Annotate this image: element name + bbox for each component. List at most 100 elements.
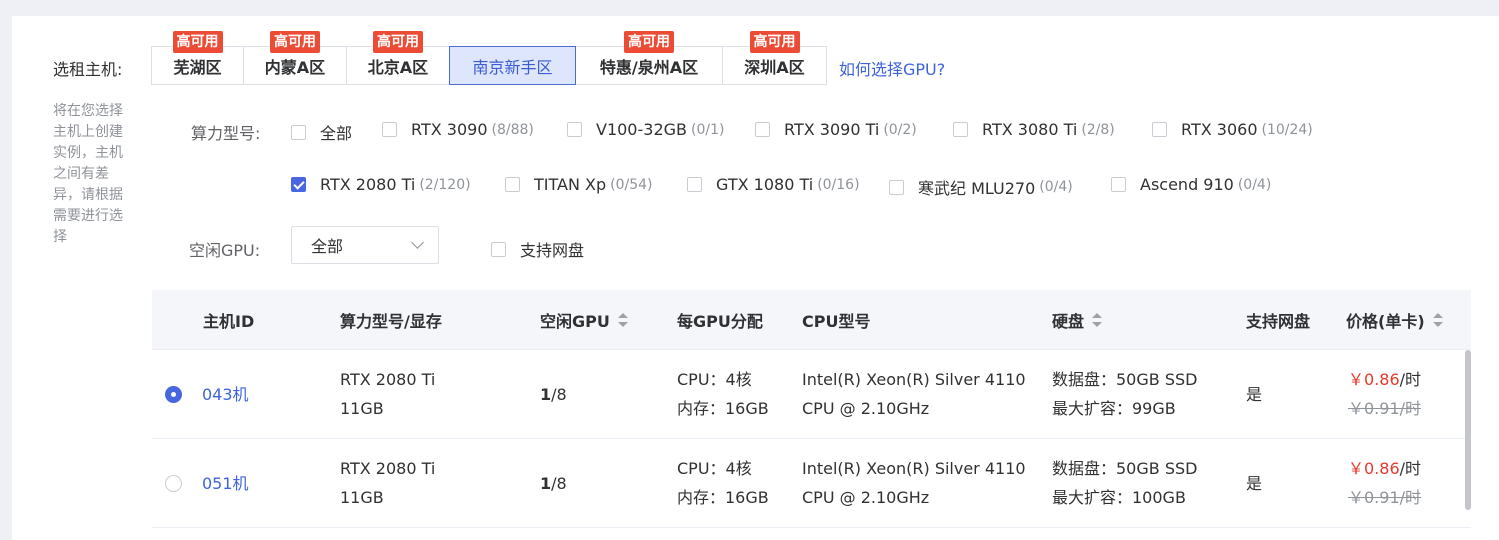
gpu-filter-rtx3090ti[interactable]: RTX 3090 Ti (0/2) [755, 120, 917, 139]
col-netdisk: 支持网盘 [1246, 311, 1311, 331]
region-tab-nanjing-newbie[interactable]: 南京新手区 [449, 46, 576, 85]
gpu-filter-count: (0/2) [883, 121, 917, 138]
gpu-filter-mlu270[interactable]: 寒武纪 MLU270 (0/4) [889, 175, 1073, 199]
alloc-mem: 内存：16GB [677, 399, 769, 418]
gpu-filter-name: RTX 3080 Ti [982, 120, 1078, 139]
region-tabs: 高可用 芜湖区 高可用 内蒙A区 高可用 北京A区 南京新手区 高可用 特惠/泉… [151, 31, 827, 85]
col-price[interactable]: 价格(单卡) [1346, 290, 1443, 349]
table-scrollbar[interactable] [1465, 350, 1471, 510]
idle-gpu-total: /8 [551, 384, 567, 404]
table-row[interactable]: 043机 RTX 2080 Ti 11GB 1/8 CPU：4核 内存：16GB… [152, 350, 1471, 439]
table-row[interactable]: 051机 RTX 2080 Ti 11GB 1/8 CPU：4核 内存：16GB… [152, 439, 1471, 528]
gpu-filter-count: (0/4) [1039, 179, 1073, 195]
col-cpu-model: CPU型号 [802, 311, 871, 331]
gpu-filter-rtx2080ti[interactable]: RTX 2080 Ti (2/120) [291, 175, 471, 194]
checkbox[interactable] [953, 122, 968, 137]
price-unit: /时 [1399, 459, 1422, 478]
gpu-filter-rtx3090[interactable]: RTX 3090 (8/88) [382, 120, 534, 139]
gpu-filter-name: TITAN Xp [534, 175, 607, 194]
sort-icon[interactable] [1432, 312, 1443, 327]
host-id-link[interactable]: 043机 [202, 380, 249, 409]
region-tab-label: 深圳A区 [744, 57, 805, 77]
gpu-filter-v100[interactable]: V100-32GB (0/1) [567, 120, 724, 139]
cpu-model-line1: Intel(R) Xeon(R) Silver 4110 [802, 370, 1026, 389]
price-original: ￥0.91/时 [1348, 399, 1422, 418]
price-current: ￥0.86/时 [1348, 365, 1421, 394]
gpu-filter-name: Ascend 910 [1140, 175, 1234, 194]
sort-icon[interactable] [617, 312, 628, 327]
high-availability-badge: 高可用 [172, 31, 223, 53]
idle-gpu-value: 1/8 [540, 469, 567, 498]
checkbox-checked[interactable] [291, 177, 306, 192]
gpu-filter-rtx3060[interactable]: RTX 3060 (10/24) [1152, 120, 1313, 139]
region-tab-wuhu[interactable]: 高可用 芜湖区 [151, 31, 244, 85]
gpu-filter-count: (2/120) [419, 176, 471, 193]
gpu-filter-rtx3080ti[interactable]: RTX 3080 Ti (2/8) [953, 120, 1115, 139]
gpu-filter-all[interactable]: 全部 [291, 120, 352, 144]
checkbox[interactable] [505, 177, 520, 192]
netdisk-support: 是 [1246, 384, 1263, 404]
host-select-label: 选租主机: [53, 60, 123, 79]
col-host-id: 主机ID [203, 311, 255, 331]
gpu-filter-gtx1080ti[interactable]: GTX 1080 Ti (0/16) [687, 175, 860, 194]
checkbox[interactable] [1152, 122, 1167, 137]
idle-gpu-free: 1 [540, 473, 552, 493]
checkbox[interactable] [687, 177, 702, 192]
idle-gpu-select-value: 全部 [311, 237, 344, 256]
region-tab-label: 南京新手区 [472, 57, 553, 77]
col-price-label: 价格(单卡) [1346, 311, 1425, 331]
col-idle-gpu[interactable]: 空闲GPU [540, 290, 628, 349]
checkbox[interactable] [889, 179, 904, 195]
disk-max-expand: 最大扩容：99GB [1052, 399, 1176, 418]
col-gpu-model: 算力型号/显存 [340, 311, 442, 331]
row-radio-selected[interactable] [165, 386, 182, 403]
gpu-filter-titanxp[interactable]: TITAN Xp (0/54) [505, 175, 653, 194]
row-radio[interactable] [165, 475, 182, 492]
gpu-filter-name: 寒武纪 MLU270 [918, 179, 1036, 198]
region-tab-shenzhen-a[interactable]: 高可用 深圳A区 [722, 31, 827, 85]
host-select-hint: 将在您选择主机上创建实例，主机之间有差异，请根据需要进行选择 [53, 103, 123, 245]
checkbox[interactable] [382, 122, 397, 137]
alloc-cpu: CPU：4核 [677, 459, 752, 478]
checkbox[interactable] [291, 124, 306, 140]
checkbox[interactable] [755, 122, 770, 137]
idle-gpu-free: 1 [540, 384, 552, 404]
how-to-choose-gpu-link[interactable]: 如何选择GPU? [839, 56, 945, 80]
gpu-filter-count: (2/8) [1081, 121, 1115, 138]
gpu-filter-name: RTX 3090 [411, 120, 488, 139]
host-id-link[interactable]: 051机 [202, 469, 249, 498]
netdisk-filter[interactable]: 支持网盘 [491, 237, 584, 261]
region-tab-label: 北京A区 [367, 57, 429, 77]
checkbox[interactable] [1111, 177, 1126, 192]
cpu-model-line2: CPU @ 2.10GHz [802, 488, 930, 507]
high-availability-badge: 高可用 [624, 31, 674, 53]
idle-gpu-total: /8 [551, 473, 567, 493]
table-header: 主机ID 算力型号/显存 空闲GPU 每GPU分配 CPU型号 硬盘 支持网盘 … [152, 290, 1471, 350]
high-availability-badge: 高可用 [270, 31, 320, 53]
price-original: ￥0.91/时 [1348, 488, 1422, 507]
region-tab-beijing-a[interactable]: 高可用 北京A区 [346, 31, 450, 85]
cpu-model-line1: Intel(R) Xeon(R) Silver 4110 [802, 459, 1026, 478]
gpu-filter-name: RTX 3090 Ti [784, 120, 880, 139]
col-per-gpu-alloc: 每GPU分配 [677, 311, 763, 331]
idle-gpu-select[interactable]: 全部 [291, 226, 439, 264]
region-tab-label: 特惠/泉州A区 [599, 57, 699, 77]
idle-gpu-value: 1/8 [540, 380, 567, 409]
disk-data: 数据盘：50GB SSD [1052, 370, 1198, 389]
col-disk[interactable]: 硬盘 [1052, 290, 1103, 349]
gpu-filter-count: (8/88) [491, 121, 534, 138]
price-value: ￥0.86 [1348, 459, 1400, 478]
high-availability-badge: 高可用 [373, 31, 423, 53]
price-value: ￥0.86 [1348, 370, 1400, 389]
idle-gpu-label: 空闲GPU: [189, 241, 261, 260]
gpu-filter-count: (0/4) [1237, 176, 1272, 193]
checkbox[interactable] [491, 241, 506, 257]
sort-icon[interactable] [1092, 312, 1103, 327]
host-selection-panel: 选租主机: 将在您选择主机上创建实例，主机之间有差异，请根据需要进行选择 高可用… [12, 16, 1499, 540]
region-tab-quanzhou-a[interactable]: 高可用 特惠/泉州A区 [575, 31, 723, 85]
gpu-filter-ascend910[interactable]: Ascend 910 (0/4) [1111, 175, 1271, 194]
gpu-filter-name: RTX 2080 Ti [320, 175, 416, 194]
region-tab-neimeng-a[interactable]: 高可用 内蒙A区 [243, 31, 347, 85]
checkbox[interactable] [567, 122, 582, 137]
alloc-mem: 内存：16GB [677, 488, 769, 507]
